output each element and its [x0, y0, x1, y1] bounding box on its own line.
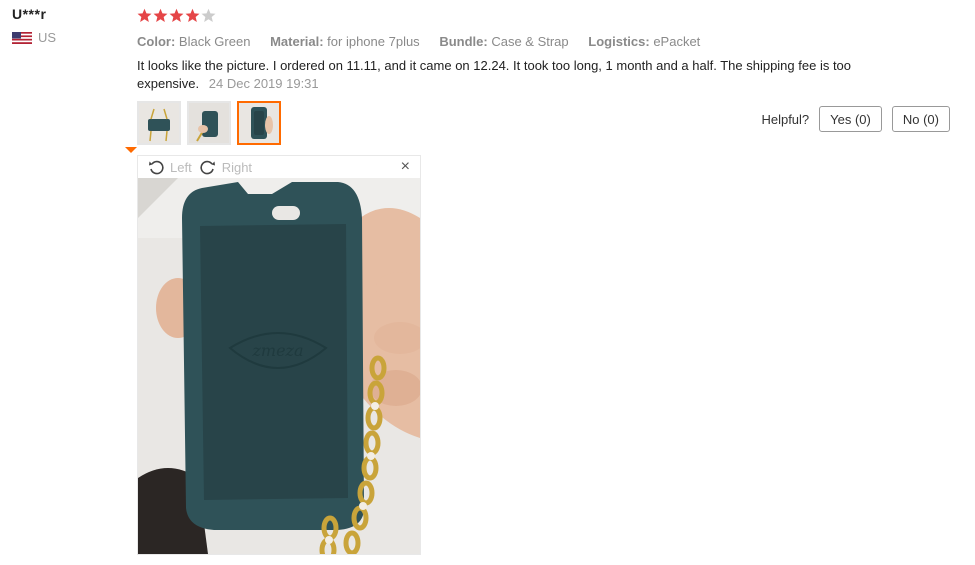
photo-thumbnail-image — [239, 103, 279, 143]
review-photo: zmeza — [138, 178, 420, 554]
helpful-votes: Helpful? Yes (0) No (0) — [761, 106, 950, 132]
attr-logistics: Logistics: ePacket — [588, 34, 701, 49]
close-viewer-button[interactable]: × — [401, 158, 410, 176]
review-date: 24 Dec 2019 19:31 — [208, 76, 319, 91]
product-attributes: Color: Black Green Material: for iphone … — [137, 34, 957, 49]
thumbnail-photo-1[interactable] — [137, 101, 181, 145]
helpful-yes-button[interactable]: Yes (0) — [819, 106, 882, 132]
photo-thumbnail-image — [189, 103, 229, 143]
star-rating — [137, 6, 957, 24]
us-flag-icon — [12, 31, 32, 44]
reviewer-country: US — [12, 30, 122, 45]
star-filled-icon — [137, 8, 152, 22]
image-viewer: Left Right × zmeza — [137, 155, 421, 555]
active-thumbnail-indicator — [125, 147, 137, 153]
star-filled-icon — [169, 8, 184, 22]
thumbnail-photo-3[interactable] — [237, 101, 281, 145]
reviewer-info: U***r US — [12, 6, 122, 45]
thumbnail-photo-2[interactable] — [187, 101, 231, 145]
rotate-right-button[interactable]: Right — [200, 159, 252, 175]
country-code: US — [38, 30, 57, 45]
reviewer-name: U***r — [12, 6, 47, 22]
rotate-left-icon — [149, 160, 164, 175]
star-filled-icon — [153, 8, 168, 22]
attr-bundle: Bundle: Case & Strap — [439, 34, 569, 49]
star-empty-icon — [201, 8, 216, 22]
helpful-no-button[interactable]: No (0) — [891, 106, 950, 132]
review-text: It looks like the picture. I ordered on … — [137, 57, 857, 93]
viewer-toolbar: Left Right × — [138, 156, 420, 178]
star-filled-icon — [185, 8, 200, 22]
rotate-right-icon — [200, 160, 215, 175]
helpful-label: Helpful? — [761, 111, 810, 127]
rotate-left-button[interactable]: Left — [148, 159, 192, 175]
svg-text:zmeza: zmeza — [251, 341, 303, 360]
attr-material: Material: for iphone 7plus — [270, 34, 420, 49]
attr-color: Color: Black Green — [137, 34, 251, 49]
photo-thumbnail-image — [139, 103, 179, 143]
